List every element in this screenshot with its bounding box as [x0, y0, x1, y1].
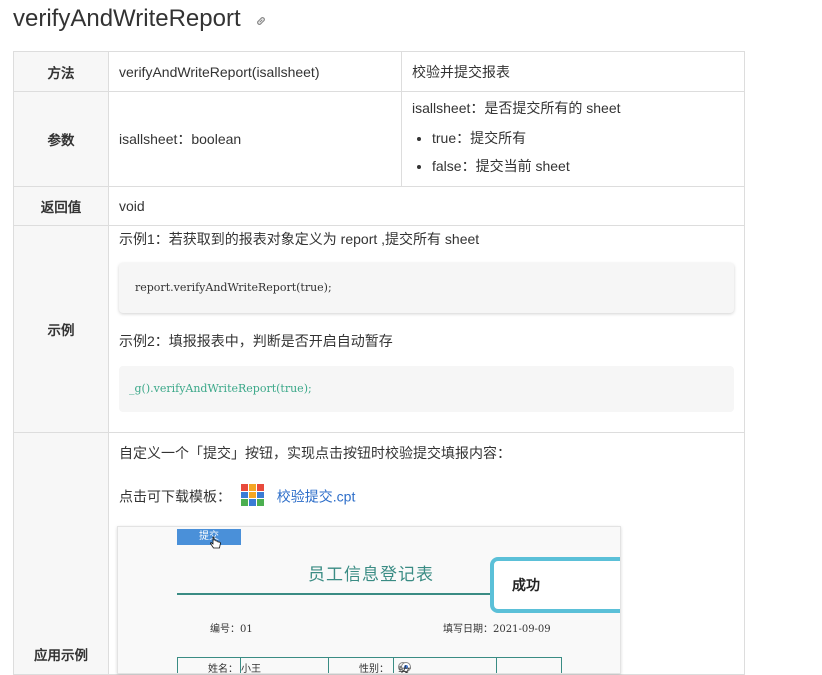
cpt-file-icon: [240, 484, 265, 512]
example2-text: 示例2：填报报表中，判断是否开启自动暂存: [119, 333, 393, 349]
method-desc: 校验并提交报表: [401, 51, 745, 92]
demo-preview-image: 提交 员工信息登记表 编号：01 填写日期：2021-09-09 姓名： 小王 …: [117, 526, 621, 674]
row-example: 示例 示例1：若获取到的报表对象定义为 report ,提交所有 sheet r…: [13, 225, 745, 433]
row-params: 参数 isallsheet：boolean isallsheet：是否提交所有的…: [13, 91, 745, 187]
return-label: 返回值: [13, 186, 109, 226]
preview-name-value: 小王: [241, 664, 261, 674]
params-desc-cell: isallsheet：是否提交所有的 sheet true：提交所有 false…: [401, 91, 745, 187]
preview-sep: [496, 658, 497, 673]
link-anchor-icon[interactable]: [255, 3, 267, 37]
param-type: isallsheet：boolean: [108, 91, 402, 187]
params-desc-head: isallsheet：是否提交所有的 sheet: [412, 100, 621, 116]
preview-sep: [240, 658, 241, 673]
download-row: 点击可下载模板： 校验提交.cpt: [119, 484, 734, 506]
preview-date: 填写日期：2021-09-09: [443, 624, 551, 635]
preview-submit-button: 提交: [177, 529, 241, 545]
method-signature: verifyAndWriteReport(isallsheet): [108, 51, 402, 92]
female-label: 女: [401, 666, 412, 674]
row-method: 方法 verifyAndWriteReport(isallsheet) 校验并提…: [13, 51, 745, 92]
preview-name-label: 姓名：: [208, 664, 238, 674]
preview-sep: [328, 658, 329, 673]
params-options: true：提交所有 false：提交当前 sheet: [412, 124, 734, 180]
preview-form-title: 员工信息登记表: [308, 565, 434, 585]
example1-code[interactable]: report.verifyAndWriteReport(true);: [119, 263, 734, 313]
download-prefix: 点击可下载模板：: [119, 488, 231, 505]
row-return: 返回值 void: [13, 186, 745, 226]
method-label: 方法: [13, 51, 109, 92]
preview-gender-options: 男 女: [398, 660, 412, 673]
application-cell: 自定义一个「提交」按钮，实现点击按钮时校验提交填报内容： 点击可下载模板： 校验…: [108, 432, 745, 675]
api-table: 方法 verifyAndWriteReport(isallsheet) 校验并提…: [13, 51, 745, 675]
application-intro: 自定义一个「提交」按钮，实现点击按钮时校验提交填报内容：: [119, 445, 511, 461]
param-option-true: true：提交所有: [432, 124, 734, 152]
preview-gender-label: 性别：: [359, 664, 389, 674]
application-label: 应用示例: [13, 432, 109, 675]
example1-text: 示例1：若获取到的报表对象定义为 report ,提交所有 sheet: [119, 231, 480, 247]
row-application: 应用示例 自定义一个「提交」按钮，实现点击按钮时校验提交填报内容： 点击可下载模…: [13, 432, 745, 675]
download-template-link[interactable]: 校验提交.cpt: [277, 489, 356, 505]
example-cell: 示例1：若获取到的报表对象定义为 report ,提交所有 sheet repo…: [108, 225, 745, 433]
example-label: 示例: [13, 225, 109, 433]
preview-number: 编号：01: [210, 624, 253, 635]
page-title: verifyAndWriteReport: [13, 2, 267, 37]
success-toast: 成功: [490, 557, 620, 613]
return-value: void: [108, 186, 745, 226]
example2-code[interactable]: _g().verifyAndWriteReport(true);: [119, 366, 734, 412]
params-label: 参数: [13, 91, 109, 187]
param-option-false: false：提交当前 sheet: [432, 152, 734, 180]
preview-sep: [393, 658, 394, 673]
preview-form-row: 姓名： 小王 性别： 男 女: [177, 657, 562, 674]
page-title-text: verifyAndWriteReport: [13, 5, 241, 32]
hand-cursor-icon: [210, 536, 222, 554]
